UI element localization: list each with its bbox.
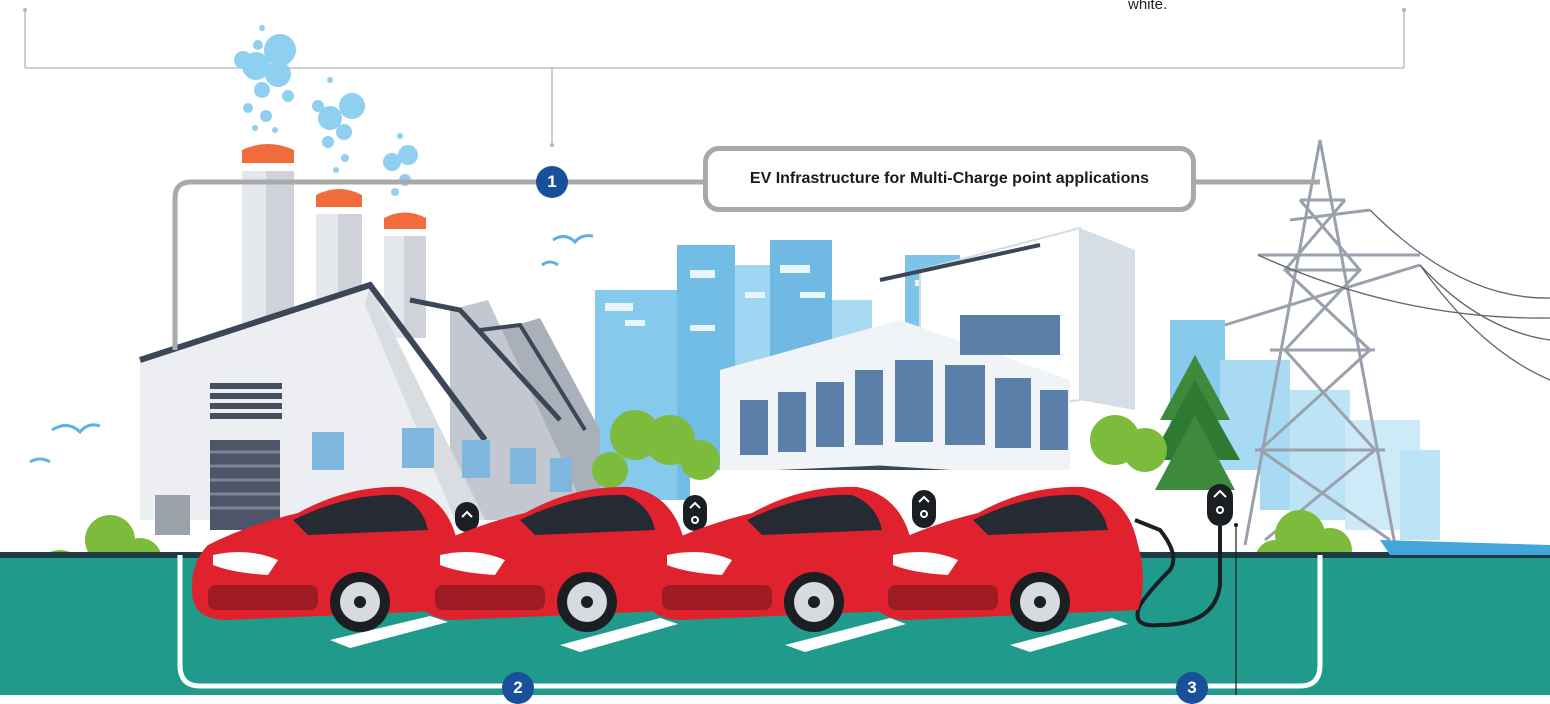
callout-title-box: EV Infrastructure for Multi-Charge point… bbox=[703, 146, 1196, 212]
marker-1[interactable]: 1 bbox=[536, 166, 568, 198]
marker-3[interactable]: 3 bbox=[1176, 672, 1208, 704]
water bbox=[1380, 540, 1550, 555]
clipped-note-text: white. bbox=[1128, 0, 1168, 13]
callout-title: EV Infrastructure for Multi-Charge point… bbox=[749, 170, 1150, 187]
top-bracket bbox=[24, 10, 1405, 143]
marker-2[interactable]: 2 bbox=[502, 672, 534, 704]
